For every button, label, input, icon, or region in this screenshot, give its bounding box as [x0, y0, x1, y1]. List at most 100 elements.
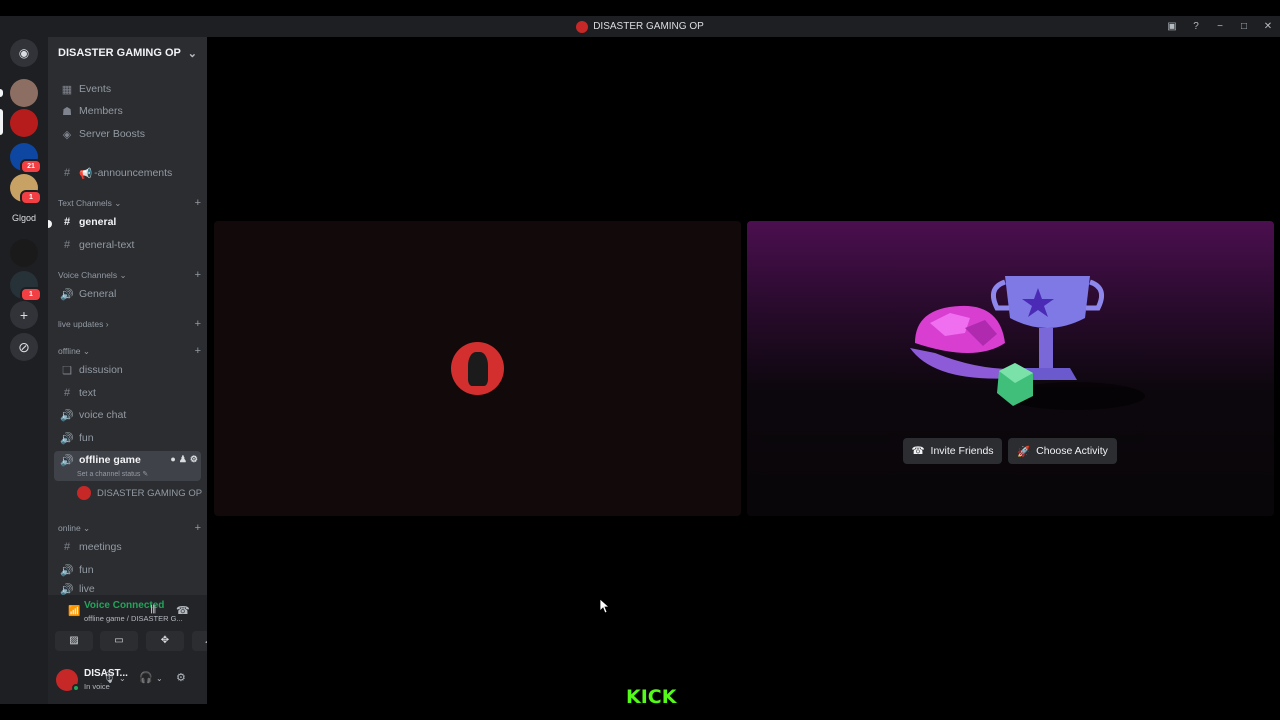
disconnect-icon[interactable]: ☎ [176, 604, 190, 617]
close-button[interactable]: ✕ [1262, 16, 1274, 37]
unread-pill [0, 89, 3, 97]
camera-button[interactable]: ▨ [55, 631, 93, 651]
top-black-bar [0, 0, 1280, 16]
channel-status-prompt[interactable]: Set a channel status ✎ [77, 470, 148, 478]
channel-meetings[interactable]: # meetings [54, 537, 201, 557]
invite-icon[interactable]: ♟ [179, 454, 187, 465]
camera-off-icon: ▨ [69, 635, 79, 646]
screen-share-button[interactable]: ▭ [100, 631, 138, 651]
headphones-icon[interactable]: 🎧 [139, 671, 153, 684]
speaker-icon: 🔊 [60, 455, 74, 467]
selected-pill [0, 109, 3, 135]
category-text-channels[interactable]: Text Channels ⌄ + [58, 196, 201, 210]
hashtag-icon: # [63, 541, 71, 553]
server-icon-3[interactable]: 21 [10, 143, 42, 174]
help-icon[interactable]: ? [1190, 16, 1202, 37]
choose-activity-button[interactable]: 🚀 Choose Activity [1008, 438, 1117, 464]
activity-button[interactable]: ✥ [146, 631, 184, 651]
add-channel-icon[interactable]: + [195, 197, 201, 209]
server-boosts-item[interactable]: ◈ Server Boosts [54, 124, 201, 144]
server-icon-4[interactable]: 1 [10, 174, 42, 205]
channel-announcements[interactable]: # 📢 -announcements [54, 163, 201, 183]
add-channel-icon[interactable]: + [195, 269, 201, 281]
server-icon-6[interactable]: 1 [10, 271, 42, 302]
channel-tools: ● ♟ ⚙ [170, 454, 201, 465]
discord-home-icon[interactable]: ◉ [10, 39, 38, 67]
voice-channel-fun-online[interactable]: 🔊 fun [54, 560, 201, 580]
hashtag-icon: # [63, 239, 71, 251]
chevron-down-icon[interactable]: ⌄ [156, 674, 163, 683]
explore-icon[interactable]: ⊘ [10, 333, 38, 361]
activity-icon: ✥ [160, 635, 170, 646]
voice-channel-voice-chat[interactable]: 🔊 voice chat [54, 405, 201, 425]
mention-badge: 1 [20, 190, 42, 205]
megaphone-icon: 📢 [79, 167, 93, 180]
inbox-icon[interactable]: ▣ [1166, 16, 1178, 37]
speaker-icon: 🔊 [60, 409, 74, 422]
user-settings-icon[interactable]: ⚙ [176, 671, 186, 684]
voice-channel-fun[interactable]: 🔊 fun [54, 428, 201, 448]
signal-icon: 📶 [68, 606, 81, 617]
add-channel-icon[interactable]: + [195, 345, 201, 357]
mouse-cursor-icon [600, 599, 610, 614]
hashtag-icon: # [63, 167, 71, 179]
title-bar-actions: ▣ ? − □ ✕ [1166, 16, 1274, 37]
voice-channel-general[interactable]: 🔊 General [54, 284, 201, 304]
screen-share-icon: ▭ [114, 635, 124, 646]
events-item[interactable]: ▦ Events [54, 79, 201, 99]
server-icon-2[interactable] [10, 109, 38, 137]
invite-friends-button[interactable]: ☎ Invite Friends [903, 438, 1002, 464]
speaker-icon: 🔊 [60, 288, 74, 301]
noise-suppression-icon[interactable]: 𝄃𝄃 [151, 604, 156, 617]
members-item[interactable]: ☗ Members [54, 101, 201, 121]
server-list: ◉ 21 1 Glgod 1 + ⊘ [0, 37, 48, 704]
calendar-icon: ▦ [61, 83, 73, 96]
speaker-icon: 🔊 [60, 432, 74, 445]
boost-icon: ◈ [62, 128, 72, 141]
members-icon: ☗ [62, 105, 72, 118]
channel-text[interactable]: # text [54, 383, 201, 403]
mention-badge: 21 [20, 159, 42, 174]
avatar [77, 486, 91, 500]
speaker-icon: 🔊 [60, 564, 74, 577]
voice-channel-live[interactable]: 🔊 live [54, 583, 201, 595]
channel-dissusion[interactable]: ❏ dissusion [54, 360, 201, 380]
chat-icon[interactable]: ● [170, 454, 175, 465]
window-title: DISASTER GAMING OP [593, 21, 704, 32]
category-online[interactable]: online ⌄ + [58, 521, 201, 535]
server-text-glgod[interactable]: Glgod [0, 213, 48, 223]
server-icon-5[interactable] [10, 239, 38, 267]
rocket-icon: 🚀 [1017, 445, 1031, 458]
voice-connected-panel: 📶 Voice Connected offline game / DISASTE… [48, 595, 222, 657]
hashtag-icon: # [63, 216, 71, 228]
gear-icon[interactable]: ⚙ [190, 454, 198, 465]
category-voice-channels[interactable]: Voice Channels ⌄ + [58, 268, 201, 282]
mention-badge: 1 [20, 287, 42, 302]
user-panel: DISAST... In voice 🎙 ⌄ 🎧 ⌄ ⚙ [48, 657, 207, 704]
server-icon-1[interactable] [10, 79, 38, 107]
chevron-down-icon: ⌄ [187, 47, 197, 60]
server-header[interactable]: DISASTER GAMING OP ⌄ [48, 37, 207, 69]
participant-avatar [451, 342, 504, 395]
add-channel-icon[interactable]: + [195, 318, 201, 330]
minimize-button[interactable]: − [1214, 16, 1226, 37]
online-status-icon [72, 684, 80, 692]
channel-general-text[interactable]: # general-text [54, 235, 201, 255]
maximize-button[interactable]: □ [1238, 16, 1250, 37]
category-offline[interactable]: offline ⌄ + [58, 344, 201, 358]
speaker-icon: 🔊 [60, 584, 74, 595]
voice-member[interactable]: DISASTER GAMING OP [77, 486, 202, 500]
microphone-icon[interactable]: 🎙 [102, 671, 116, 684]
add-server-icon[interactable]: + [10, 301, 38, 329]
channel-general[interactable]: # general [54, 212, 201, 232]
kick-watermark: KICK [626, 686, 677, 708]
trophy-illustration [910, 276, 1145, 410]
category-live-updates[interactable]: live updates › + [58, 317, 201, 331]
add-channel-icon[interactable]: + [195, 522, 201, 534]
chevron-down-icon[interactable]: ⌄ [119, 674, 126, 683]
invite-icon: ☎ [911, 445, 925, 457]
server-name: DISASTER GAMING OP [58, 47, 181, 59]
forum-icon: ❏ [62, 364, 72, 377]
voice-status-subtitle[interactable]: offline game / DISASTER G... [84, 614, 183, 623]
discord-window: DISASTER GAMING OP ▣ ? − □ ✕ ◉ 21 1 Glgo… [0, 0, 1280, 720]
